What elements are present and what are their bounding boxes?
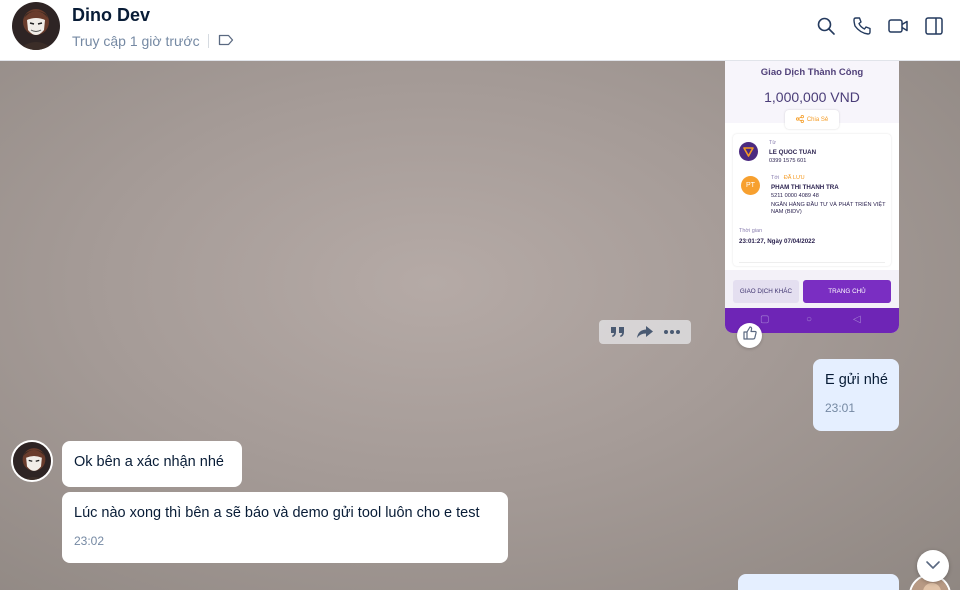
message-hover-toolbar — [599, 320, 691, 344]
phone-icon[interactable] — [844, 12, 880, 40]
sidebar-toggle-icon[interactable] — [916, 12, 952, 40]
their-message-bubble[interactable]: Lúc nào xong thì bên a sẽ báo và demo gử… — [62, 492, 508, 563]
forward-icon[interactable] — [634, 322, 656, 342]
thumbs-up-icon — [742, 325, 758, 346]
message-time: 23:01 — [825, 401, 856, 415]
receipt-title: Giao Dịch Thành Công — [760, 67, 864, 78]
time-label: Thời gian — [739, 228, 763, 234]
receipt-action-bar: GIAO DỊCH KHÁC TRANG CHỦ — [725, 270, 899, 308]
video-call-icon[interactable] — [880, 12, 916, 40]
message-text: Lúc nào xong thì bên a sẽ báo và demo gử… — [74, 505, 480, 521]
like-reaction-button[interactable] — [737, 323, 762, 348]
home-button: TRANG CHỦ — [803, 280, 891, 303]
to-account: 5211 0000 4089 48 — [771, 193, 819, 199]
my-message-bubble-partial[interactable] — [738, 574, 899, 590]
message-text: E gửi nhé — [825, 372, 888, 388]
their-message-bubble[interactable]: Ok bên a xác nhận nhé — [62, 441, 242, 487]
my-message-bubble[interactable]: E gửi nhé 23:01 — [813, 359, 899, 431]
saved-tag: ĐÃ LƯU — [783, 175, 805, 181]
message-text: Ok bên a xác nhận nhé — [74, 454, 224, 470]
sender-bank-logo — [739, 142, 758, 161]
message-time: 23:02 — [74, 534, 105, 548]
to-label: Tới — [771, 175, 780, 181]
chevron-down-icon — [925, 557, 941, 575]
home-circle-icon: ○ — [806, 314, 813, 325]
time-value: 23:01:27, Ngày 07/04/2022 — [739, 238, 816, 245]
back-triangle-icon: ◁ — [853, 314, 861, 325]
to-name: PHAM THI THANH TRA — [771, 184, 839, 191]
last-active-status: Truy cập 1 giờ trước — [72, 33, 200, 49]
chat-header: Dino Dev Truy cập 1 giờ trước — [0, 0, 960, 61]
quote-icon[interactable] — [607, 322, 629, 342]
receipt-share-label: Chia Sẻ — [806, 116, 829, 123]
from-name: LE QUOC TUAN — [769, 149, 817, 156]
chat-area: Giao Dịch Thành Công 1,000,000 VND Chia … — [0, 61, 960, 590]
scroll-to-bottom-button[interactable] — [917, 550, 949, 582]
tag-icon[interactable] — [218, 33, 234, 49]
status-divider — [207, 34, 209, 48]
contact-avatar[interactable] — [12, 2, 60, 50]
recipient-avatar: PT — [741, 176, 760, 195]
shared-image-message[interactable]: Giao Dịch Thành Công 1,000,000 VND Chia … — [725, 61, 899, 333]
other-transaction-button: GIAO DỊCH KHÁC — [733, 280, 799, 303]
to-bank: NGÂN HÀNG ĐẦU TƯ VÀ PHÁT TRIỂN VIỆT NAM … — [771, 202, 886, 215]
from-account: 0399 1575 601 — [769, 158, 807, 164]
search-icon[interactable] — [808, 12, 844, 40]
share-icon — [795, 114, 804, 125]
receipt-share-button: Chia Sẻ — [785, 110, 839, 129]
header-actions — [808, 12, 952, 40]
receipt-divider — [739, 262, 885, 263]
to-label-row: Tới ĐÃ LƯU — [771, 175, 805, 181]
contact-status-line: Truy cập 1 giờ trước — [72, 33, 234, 49]
recents-icon: ▢ — [760, 314, 770, 325]
from-label: Từ — [769, 140, 777, 146]
more-options-icon[interactable] — [661, 322, 683, 342]
recipient-initials: PT — [746, 182, 755, 189]
receipt-details: Từ LE QUOC TUAN 0399 1575 601 PT Tới ĐÃ … — [733, 134, 891, 266]
sender-avatar[interactable] — [11, 440, 53, 482]
receipt-amount: 1,000,000 VND — [764, 89, 860, 105]
contact-name: Dino Dev — [72, 5, 151, 25]
